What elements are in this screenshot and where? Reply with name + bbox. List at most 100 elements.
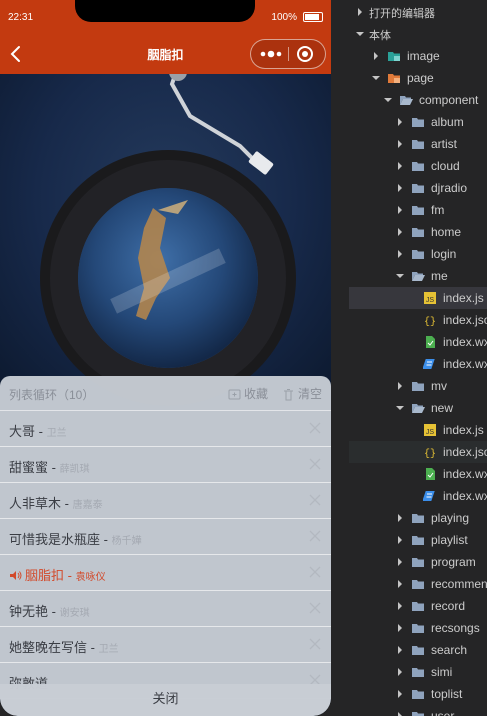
tree-item-label: album [431,115,464,129]
song-separator: - [61,496,73,511]
tree-file[interactable]: {} index.json [349,309,487,331]
tree-folder[interactable]: search [349,639,487,661]
tree-folder[interactable]: record [349,595,487,617]
more-dots-icon[interactable] [257,45,285,63]
tree-folder[interactable]: new [349,397,487,419]
tree-folder[interactable]: recsongs [349,617,487,639]
folder-icon [412,184,424,193]
tree-folder[interactable]: me [349,265,487,287]
collect-button[interactable]: 收藏 [228,385,268,401]
tree-folder[interactable]: playlist [349,529,487,551]
phone-simulator: 22:31 100% 胭脂扣 列表循环（10） 收藏 清空 大哥 - 卫兰 甜蜜… [0,0,331,716]
chevron-right-icon [398,712,402,716]
tree-folder[interactable]: playing [349,507,487,529]
capsule-close-icon[interactable] [295,44,315,64]
song-title: 她整晚在写信 [9,640,88,655]
tree-folder[interactable]: image [349,45,487,67]
tree-folder[interactable]: component [349,89,487,111]
svg-text:JS: JS [426,297,435,304]
tree-item-label: index.wxss [443,357,487,371]
tree-file[interactable]: index.wxml [349,463,487,485]
tree-file[interactable]: JS index.js [349,287,487,309]
song-title: 人非草木 [9,496,62,511]
folder-icon [412,382,424,391]
add-folder-icon [228,389,241,400]
tree-folder[interactable]: home [349,221,487,243]
notch [75,0,255,22]
tree-file[interactable]: {} index.json [349,441,487,463]
song-text: 甜蜜蜜 - 薛凯琪 [9,457,90,476]
chevron-right-icon [398,690,402,698]
tree-folder[interactable]: simi [349,661,487,683]
song-title: 甜蜜蜜 [9,460,49,475]
workspace-section[interactable]: 本体 [349,23,487,45]
tree-folder[interactable]: cloud [349,155,487,177]
open-editors-label: 打开的编辑器 [369,8,435,20]
folder-icon [412,602,424,611]
close-button[interactable]: 关闭 [0,684,331,716]
folder-icon [412,140,424,149]
remove-song-icon[interactable] [309,566,321,578]
tree-file[interactable]: index.wxss [349,485,487,507]
clear-button[interactable]: 清空 [282,385,322,401]
tree-folder[interactable]: fm [349,199,487,221]
song-row[interactable]: 她整晚在写信 - 卫兰 [0,626,331,663]
tree-folder[interactable]: djradio [349,177,487,199]
remove-song-icon[interactable] [309,602,321,614]
folder-icon [412,206,424,215]
remove-song-icon[interactable] [309,530,321,542]
song-row[interactable]: 胭脂扣 - 袁咏仪 [0,554,331,591]
battery-icon [303,12,323,22]
song-text: 钟无艳 - 谢安琪 [9,601,90,620]
svg-text:JS: JS [426,429,435,436]
wxss-file-icon [423,491,435,501]
remove-song-icon[interactable] [309,638,321,650]
tree-folder[interactable]: mv [349,375,487,397]
tree-item-label: djradio [431,181,468,195]
song-text: 胭脂扣 - 袁咏仪 [9,565,106,584]
tree-file[interactable]: index.wxml [349,331,487,353]
capsule-divider [288,47,289,61]
tree-item-label: record [431,599,466,613]
folder-icon [412,558,424,567]
chevron-right-icon [398,206,402,214]
song-artist: 薛凯琪 [59,464,90,475]
folder-icon [412,536,424,545]
tree-item-label: me [431,269,448,283]
tree-folder[interactable]: toplist [349,683,487,705]
tree-file[interactable]: JS index.js [349,419,487,441]
tree-folder[interactable]: album [349,111,487,133]
tree-folder[interactable]: page [349,67,487,89]
wxml-file-icon [426,468,435,480]
remove-song-icon[interactable] [309,494,321,506]
tree-folder[interactable]: user [349,705,487,716]
remove-song-icon[interactable] [309,458,321,470]
tree-item-label: recommend [431,577,487,591]
song-row[interactable]: 人非草木 - 唐嘉泰 [0,482,331,519]
chevron-down-icon [396,274,404,278]
js-file-icon: JS [424,424,436,436]
tree-folder[interactable]: login [349,243,487,265]
tree-file[interactable]: index.wxss [349,353,487,375]
song-row[interactable]: 大哥 - 卫兰 [0,410,331,447]
chevron-right-icon [398,140,402,148]
tree-folder[interactable]: artist [349,133,487,155]
open-editors-section[interactable]: 打开的编辑器 [349,1,487,23]
chevron-right-icon [398,668,402,676]
song-row[interactable]: 钟无艳 - 谢安琪 [0,590,331,627]
song-separator: - [35,424,47,439]
song-row[interactable]: 可惜我是水瓶座 - 杨千嬅 [0,518,331,555]
folder-icon [412,514,424,523]
song-title: 钟无艳 [9,604,49,619]
speaker-icon [10,571,22,580]
chevron-down-icon [372,76,380,80]
remove-song-icon[interactable] [309,422,321,434]
chevron-right-icon [358,8,362,16]
tree-item-label: login [431,247,457,261]
js-file-icon: JS [424,292,436,304]
play-mode-label[interactable]: 列表循环（10） [9,386,94,403]
song-row[interactable]: 甜蜜蜜 - 薛凯琪 [0,446,331,483]
folder-open-icon [412,272,425,281]
tree-folder[interactable]: recommend [349,573,487,595]
tree-folder[interactable]: program [349,551,487,573]
